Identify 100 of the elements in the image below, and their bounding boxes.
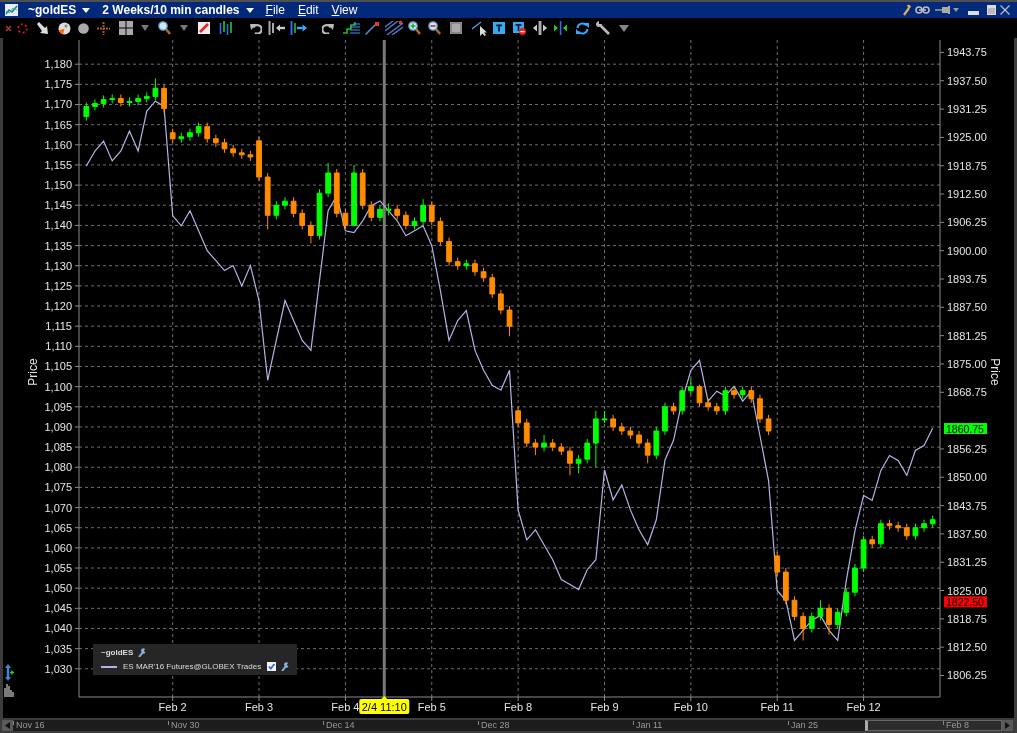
candle bbox=[636, 430, 642, 448]
zoom-out-icon[interactable] bbox=[428, 21, 441, 35]
caret-icon[interactable] bbox=[619, 24, 629, 32]
candle bbox=[247, 150, 254, 162]
candle bbox=[757, 394, 763, 424]
candle bbox=[869, 535, 876, 549]
candle bbox=[705, 398, 711, 412]
y-axis-label: 1,065 bbox=[44, 521, 72, 534]
candle bbox=[161, 83, 167, 114]
candle bbox=[385, 202, 392, 216]
candle bbox=[903, 523, 910, 541]
bars-left-arrow-icon[interactable] bbox=[268, 21, 285, 35]
candle bbox=[575, 454, 582, 474]
x-axis-label: Feb 8 bbox=[504, 701, 533, 713]
refresh-icon[interactable] bbox=[576, 21, 589, 35]
y-axis-label: 1,165 bbox=[44, 118, 72, 131]
y-axis-label: 1,110 bbox=[45, 340, 72, 353]
bars-icon[interactable] bbox=[219, 21, 232, 35]
candle bbox=[644, 438, 651, 464]
y2-axis-label: 1806.25 bbox=[947, 669, 987, 682]
symbol-dropdown[interactable]: ~goldES bbox=[28, 3, 91, 17]
candle bbox=[351, 164, 357, 226]
redo-icon[interactable] bbox=[322, 22, 334, 34]
x-axis-label: Feb 9 bbox=[590, 701, 619, 713]
candle bbox=[688, 378, 694, 396]
close-icon[interactable] bbox=[1000, 5, 1010, 15]
caret-icon[interactable] bbox=[141, 25, 149, 31]
y-axis-label: 1,105 bbox=[44, 360, 72, 373]
y-axis-label: 1,050 bbox=[44, 582, 72, 595]
candle bbox=[316, 188, 323, 240]
steps-icon[interactable] bbox=[343, 21, 360, 35]
x-axis-label: Feb 2 bbox=[158, 701, 187, 713]
undo-icon[interactable] bbox=[250, 22, 262, 34]
y2-axis-label: 1881.25 bbox=[947, 329, 987, 342]
grid-icon[interactable] bbox=[119, 21, 133, 35]
candle bbox=[489, 273, 496, 299]
candle bbox=[273, 200, 280, 220]
y2-axis-label: 1943.75 bbox=[947, 46, 987, 59]
candle bbox=[662, 402, 668, 436]
timeline-date-label: Nov 16 bbox=[16, 720, 45, 731]
y-axis-label: 1,135 bbox=[44, 239, 72, 252]
line-swatch-icon bbox=[101, 665, 117, 668]
pin-icon[interactable] bbox=[935, 6, 951, 14]
ball-icon[interactable] bbox=[58, 21, 71, 35]
y-axis-label: 1,035 bbox=[44, 642, 72, 655]
bar-arrows-icon[interactable] bbox=[554, 21, 567, 35]
text-tool-icon[interactable] bbox=[493, 22, 505, 34]
bar-right-arrow-icon[interactable] bbox=[290, 21, 307, 35]
line-chart-icon[interactable] bbox=[5, 4, 18, 16]
menu-item[interactable]: Edit bbox=[297, 3, 319, 17]
menu-item[interactable]: View bbox=[331, 3, 358, 17]
price-tag: 1860.75 bbox=[944, 422, 987, 435]
split-arrows-icon[interactable] bbox=[533, 21, 547, 35]
circle-icon[interactable] bbox=[78, 22, 89, 34]
candle bbox=[558, 442, 565, 456]
vertical-arrow-plus-icon[interactable] bbox=[5, 664, 15, 681]
candle bbox=[403, 210, 409, 230]
wrench-icon[interactable] bbox=[902, 4, 911, 16]
dotted-circle-icon[interactable] bbox=[17, 22, 28, 34]
scroll-left-button[interactable] bbox=[2, 720, 13, 731]
candle bbox=[800, 611, 806, 642]
y2-axis-label: 1937.50 bbox=[947, 74, 987, 87]
wrench-icon[interactable] bbox=[280, 662, 290, 671]
candle bbox=[325, 162, 331, 198]
candle bbox=[549, 438, 556, 452]
search-icon[interactable] bbox=[158, 21, 171, 35]
cursor-icon[interactable] bbox=[37, 21, 49, 35]
wrench-icon[interactable] bbox=[596, 21, 610, 35]
y2-axis-label: 1831.25 bbox=[947, 556, 987, 569]
y-axis-label: 1,145 bbox=[44, 199, 72, 212]
y-axis-label: 1,055 bbox=[44, 562, 72, 574]
y2-axis-label: 1812.50 bbox=[947, 641, 987, 654]
candle bbox=[722, 386, 729, 416]
scroll-right-button[interactable] bbox=[1002, 720, 1013, 731]
crosshair-icon[interactable] bbox=[97, 21, 110, 35]
candle bbox=[377, 204, 383, 222]
candle bbox=[610, 414, 616, 432]
y2-axis-label: 1837.50 bbox=[947, 527, 987, 540]
text-remove-icon[interactable] bbox=[513, 21, 526, 35]
wrench-icon[interactable] bbox=[137, 648, 147, 657]
trend-line-icon[interactable] bbox=[365, 21, 379, 35]
x-icon[interactable] bbox=[5, 24, 12, 32]
candle bbox=[333, 168, 340, 218]
line-cursor-icon[interactable] bbox=[472, 20, 487, 36]
candle bbox=[230, 144, 236, 158]
candle bbox=[826, 603, 832, 635]
menu-item[interactable]: File bbox=[265, 3, 285, 17]
timeline-date-label: Nov 30 bbox=[171, 720, 200, 731]
left-arrow-icon bbox=[5, 722, 10, 729]
checkbox[interactable] bbox=[267, 662, 277, 671]
period-dropdown[interactable]: 2 Weeks/10 min candles bbox=[102, 3, 254, 17]
x-axis-label: Feb 4 bbox=[331, 701, 360, 713]
caret-icon[interactable] bbox=[953, 8, 959, 12]
parallel-lines-icon[interactable] bbox=[385, 21, 403, 35]
pencil-icon[interactable] bbox=[198, 22, 210, 34]
bars-icon[interactable] bbox=[4, 683, 14, 698]
link-icon[interactable] bbox=[915, 6, 930, 14]
y2-axis-label: 1843.75 bbox=[947, 499, 987, 512]
caret-icon[interactable] bbox=[180, 25, 188, 31]
zoom-in-icon[interactable] bbox=[408, 21, 421, 35]
